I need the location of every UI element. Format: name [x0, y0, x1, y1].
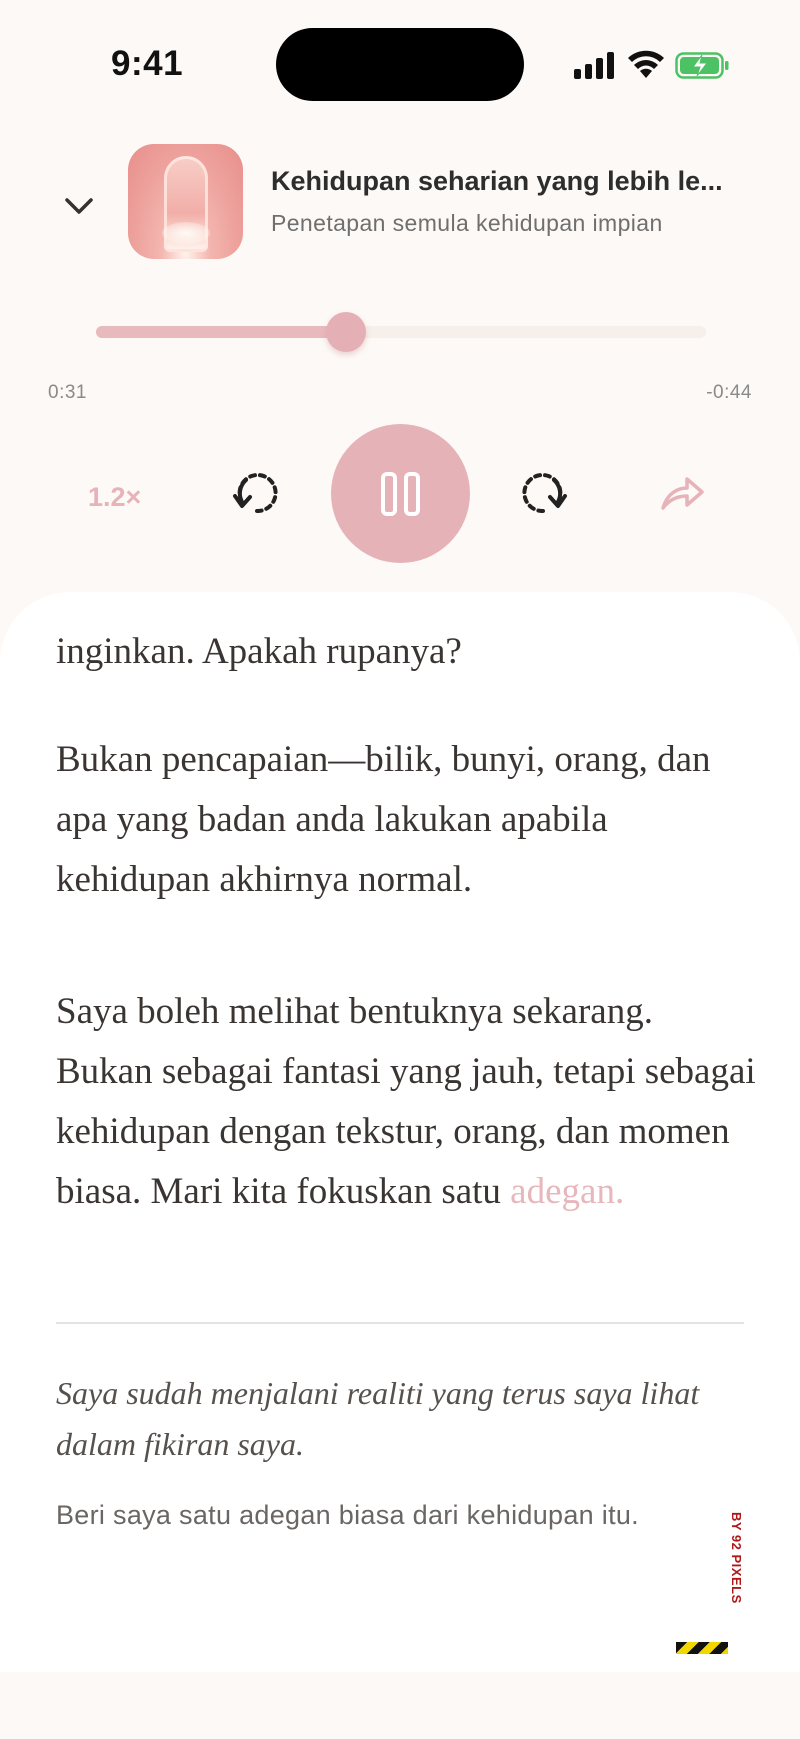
progress-thumb[interactable]: [326, 312, 367, 352]
elapsed-time: 0:31: [48, 382, 87, 403]
dynamic-island: [276, 28, 524, 101]
remaining-time: -0:44: [706, 382, 752, 403]
pause-icon: [404, 472, 420, 516]
pause-button[interactable]: [331, 424, 470, 563]
watermark-text: BY 92 PIXELS: [729, 1512, 744, 1604]
track-title: Kehidupan seharian yang lebih le...: [271, 166, 723, 196]
transcript-paragraph: inginkan. Apakah rupanya?: [56, 631, 462, 672]
divider: [56, 1322, 744, 1324]
progress-slider[interactable]: [96, 312, 706, 352]
transcript-paragraph: Saya boleh melihat bentuknya sekarang. B…: [56, 982, 756, 1222]
speed-button[interactable]: 1.2×: [88, 482, 141, 513]
chevron-down-icon[interactable]: [62, 188, 96, 222]
transcript-text: Saya boleh melihat bentuknya sekarang. B…: [56, 991, 756, 1212]
status-bar: 9:41: [0, 0, 800, 130]
playback-controls: 1.2×: [0, 424, 800, 564]
now-playing-header: Kehidupan seharian yang lebih le... Pene…: [0, 140, 800, 270]
current-word-highlight: adegan.: [510, 1171, 625, 1212]
rewind-icon[interactable]: [232, 468, 282, 518]
progress-fill: [96, 326, 347, 338]
wifi-icon: [628, 50, 664, 78]
affirmation-quote: Saya sudah menjalani realiti yang terus …: [56, 1375, 700, 1462]
status-time: 9:41: [111, 44, 184, 83]
watermark: BY 92 PIXELS: [676, 1512, 748, 1672]
reader-panel: inginkan. Apakah rupanya? Bukan pencapai…: [0, 592, 800, 1672]
track-subtitle: Penetapan semula kehidupan impian: [271, 210, 663, 236]
reflection-prompt: Beri saya satu adegan biasa dari kehidup…: [56, 1500, 639, 1530]
watermark-stripe: [676, 1642, 728, 1654]
battery-charging-icon: [675, 52, 729, 79]
pause-icon: [381, 472, 397, 516]
cellular-signal-icon: [574, 52, 614, 79]
cover-glow: [162, 222, 210, 244]
transcript-paragraph: Bukan pencapaian—bilik, bunyi, orang, da…: [56, 739, 711, 900]
share-icon[interactable]: [659, 474, 705, 512]
cover-artwork: [128, 144, 243, 259]
forward-icon[interactable]: [518, 468, 568, 518]
